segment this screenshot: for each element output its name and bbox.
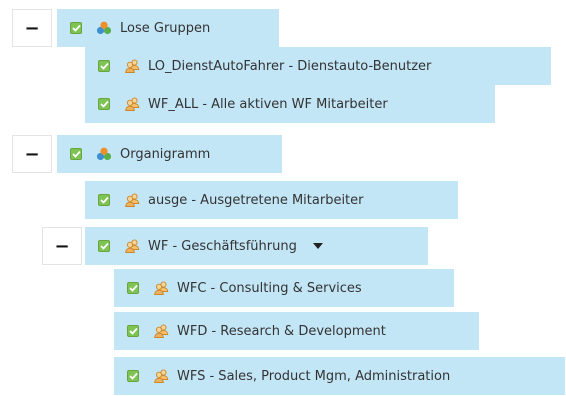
tree-node-label: WFS - Sales, Product Mgm, Administration xyxy=(177,368,451,384)
tree-node-wfd[interactable]: WFD - Research & Development xyxy=(114,312,480,350)
collapse-toggle[interactable]: − xyxy=(42,227,82,265)
tree-node-label: WFD - Research & Development xyxy=(177,323,386,339)
tree-node-label: WFC - Consulting & Services xyxy=(177,280,362,296)
checkbox-checked-icon[interactable] xyxy=(98,60,110,72)
users-group-icon xyxy=(153,323,169,339)
collapse-toggle[interactable]: − xyxy=(12,135,52,173)
tree-node-label: WF - Geschäftsführung xyxy=(148,238,297,254)
group-category-icon xyxy=(96,20,112,36)
users-group-icon xyxy=(124,192,140,208)
tree-node-ausge[interactable]: ausge - Ausgetretene Mitarbeiter xyxy=(85,181,459,219)
users-group-icon xyxy=(124,238,140,254)
tree-node-wfc[interactable]: WFC - Consulting & Services xyxy=(114,269,455,307)
checkbox-checked-icon[interactable] xyxy=(127,282,139,294)
users-group-icon xyxy=(153,280,169,296)
tree-node-label: Organigramm xyxy=(120,146,211,162)
tree-node-wf-all[interactable]: WF_ALL - Alle aktiven WF Mitarbeiter xyxy=(85,85,496,123)
group-category-icon xyxy=(96,146,112,162)
tree-node-label: WF_ALL - Alle aktiven WF Mitarbeiter xyxy=(148,96,388,112)
checkbox-checked-icon[interactable] xyxy=(70,22,82,34)
checkbox-checked-icon[interactable] xyxy=(98,98,110,110)
tree-node-wfs[interactable]: WFS - Sales, Product Mgm, Administration xyxy=(114,357,566,395)
checkbox-checked-icon[interactable] xyxy=(70,148,82,160)
checkbox-checked-icon[interactable] xyxy=(127,370,139,382)
users-group-icon xyxy=(153,368,169,384)
checkbox-checked-icon[interactable] xyxy=(127,325,139,337)
tree-node-lo-dienstautofahrer[interactable]: LO_DienstAutoFahrer - Dienstauto-Benutze… xyxy=(85,47,552,85)
checkbox-checked-icon[interactable] xyxy=(98,194,110,206)
tree-node-label: LO_DienstAutoFahrer - Dienstauto-Benutze… xyxy=(148,58,432,74)
tree-node-lose-gruppen[interactable]: Lose Gruppen xyxy=(57,9,280,47)
tree-node-organigramm[interactable]: Organigramm xyxy=(57,135,283,173)
dropdown-caret-icon[interactable] xyxy=(312,243,323,249)
users-group-icon xyxy=(124,96,140,112)
tree-node-label: ausge - Ausgetretene Mitarbeiter xyxy=(148,192,364,208)
tree-node-label: Lose Gruppen xyxy=(120,20,211,36)
tree-node-wf-geschaeftsfuehrung[interactable]: WF - Geschäftsführung xyxy=(85,227,429,265)
collapse-toggle[interactable]: − xyxy=(12,9,52,47)
checkbox-checked-icon[interactable] xyxy=(98,240,110,252)
users-group-icon xyxy=(124,58,140,74)
